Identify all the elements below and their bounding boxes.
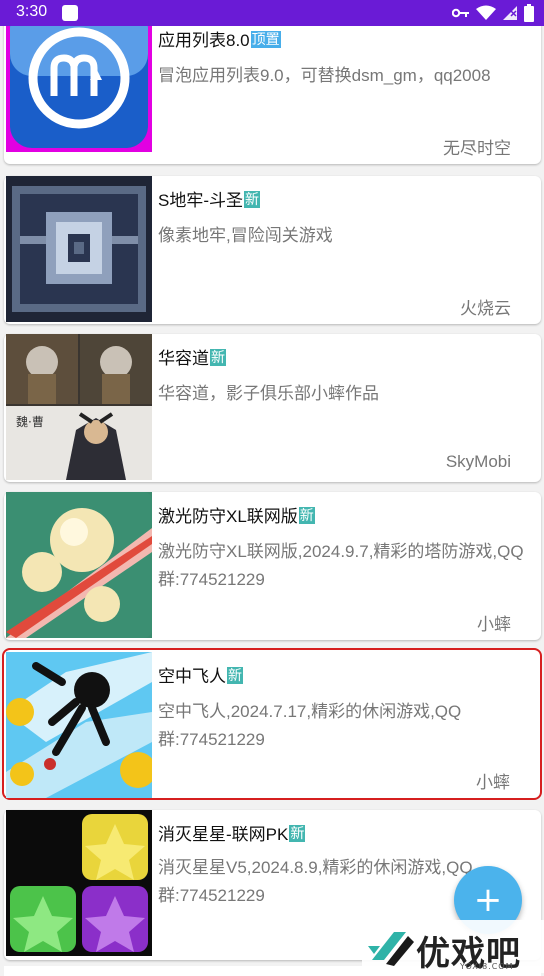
app-author: 火烧云 (460, 299, 511, 318)
app-icon-image: 魏·曹 (6, 334, 152, 480)
status-icons (452, 3, 534, 23)
app-title-text: 应用列表8.0 (158, 31, 250, 50)
app-icon-image (6, 492, 152, 638)
new-badge: 新 (244, 191, 260, 208)
app-card[interactable]: 魏·曹 华容道新 华容道，影子俱乐部小蟀作品 SkyMobi (4, 334, 541, 482)
app-card-selected[interactable]: 空中飞人新 空中飞人,2024.7.17,精彩的休闲游戏,QQ群:7745212… (2, 648, 542, 800)
app-description: 像素地牢,冒险闯关游戏 (158, 226, 333, 245)
watermark-logo: 优戏吧 YOXI8.COM (362, 920, 544, 974)
app-title-text: 空中飞人 (158, 667, 226, 686)
app-title[interactable]: 空中飞人新 (158, 662, 243, 687)
app-title-text: 消灭星星-联网PK (158, 825, 289, 844)
app-title[interactable]: 消灭星星-联网PK 新 (158, 820, 306, 845)
app-icon-image (6, 652, 152, 798)
app-description: 华容道，影子俱乐部小蟀作品 (158, 384, 379, 403)
app-title-text: S地牢-斗圣 (158, 191, 243, 210)
new-badge: 新 (289, 825, 306, 842)
watermark-url: YOXI8.COM (460, 962, 514, 971)
app-title[interactable]: 激光防守XL联网版新 (158, 502, 315, 527)
app-description: 激光防守XL联网版,2024.9.7,精彩的塔防游戏,QQ群:774521229 (158, 542, 524, 589)
app-card[interactable]: S地牢-斗圣新 像素地牢,冒险闯关游戏 火烧云 (4, 176, 541, 324)
app-title[interactable]: 应用列表8.0 顶置 (158, 26, 281, 51)
app-icon-image (6, 810, 152, 956)
no-sim-icon (503, 6, 517, 20)
app-icon-image (6, 176, 152, 322)
app-card[interactable]: 激光防守XL联网版新 激光防守XL联网版,2024.9.7,精彩的塔防游戏,QQ… (4, 492, 541, 640)
new-badge: 新 (210, 349, 226, 366)
pinned-badge: 顶置 (250, 31, 281, 48)
app-icon-image (6, 6, 152, 152)
new-badge: 新 (227, 667, 243, 684)
svg-text:魏·曹: 魏·曹 (16, 414, 44, 429)
status-time: 3:30 (16, 3, 48, 20)
app-author: 无尽时空 (443, 139, 511, 158)
new-badge: 新 (298, 507, 315, 524)
status-bar: 3:30 (0, 0, 544, 26)
app-description: 冒泡应用列表9.0，可替换dsm_gm，qq2008 (158, 66, 491, 85)
app-author: 小蟀 (476, 773, 510, 792)
plus-icon: + (473, 880, 503, 920)
app-author: SkyMobi (445, 452, 511, 471)
watermark-logo-icon (368, 932, 414, 966)
battery-icon (524, 4, 534, 22)
app-description: 空中飞人,2024.7.17,精彩的休闲游戏,QQ群:774521229 (158, 702, 462, 749)
app-title[interactable]: S地牢-斗圣新 (158, 186, 260, 211)
app-title-text: 华容道 (158, 349, 209, 368)
notification-icon (62, 5, 78, 21)
key-icon (452, 8, 469, 18)
app-author: 小蟀 (477, 615, 511, 634)
app-title[interactable]: 华容道新 (158, 344, 226, 369)
wifi-icon (476, 5, 496, 20)
app-title-text: 激光防守XL联网版 (158, 507, 298, 526)
